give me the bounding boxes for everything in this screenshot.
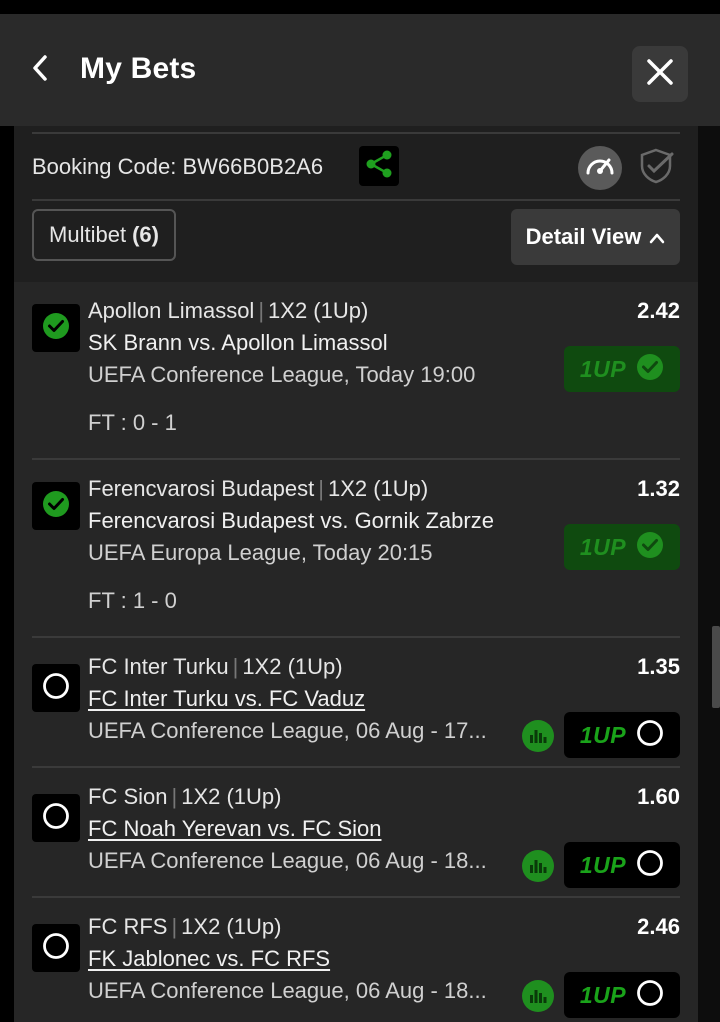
bet-status-checkbox[interactable] [32,304,80,352]
selection-name: FC Sion [88,784,168,809]
oneup-badge[interactable]: 1UP [564,524,680,570]
booking-code-value: BW66B0B2A6 [182,154,324,179]
oneup-label: 1UP [579,355,627,382]
oneup-badge[interactable]: 1UP [564,972,680,1018]
odds-value: 2.46 [637,914,680,939]
bet-selection: FC Inter Turku | 1X2 (1Up) [88,654,343,679]
bet-status-checkbox[interactable] [32,482,80,530]
check-circle-icon [42,312,70,345]
match-name: SK Brann vs. Apollon Limassol [88,330,388,355]
match-link[interactable]: FC Noah Yerevan vs. FC Sion [88,816,381,842]
shield-check-icon [636,146,676,191]
empty-circle-icon [42,672,70,705]
check-circle-icon [636,353,664,386]
shield-check-button[interactable] [634,146,678,190]
close-icon [645,57,675,92]
oneup-badge[interactable]: 1UP [564,712,680,758]
final-score: FT : 1 - 0 [88,588,177,613]
status-bar [0,0,720,14]
odds-value: 1.32 [637,476,680,501]
oneup-label: 1UP [579,533,627,560]
bet-item: Apollon Limassol | 1X2 (1Up) 2.42 SK Brann… [14,282,698,458]
oneup-badge[interactable]: 1UP [564,842,680,888]
stats-icon[interactable] [522,980,554,1012]
right-edge [698,126,720,1022]
chevron-up-icon [641,224,665,250]
oneup-label: 1UP [579,981,627,1008]
bet-selection: Apollon Limassol | 1X2 (1Up) [88,298,369,323]
bet-list: Apollon Limassol | 1X2 (1Up) 2.42 SK Brann… [14,282,698,1022]
bet-status-checkbox[interactable] [32,794,80,842]
bet-item: Ferencvarosi Budapest | 1X2 (1Up) 1.32 Fer… [14,460,698,636]
check-circle-icon [636,531,664,564]
selection-name: Ferencvarosi Budapest [88,476,315,501]
match-name: Ferencvarosi Budapest vs. Gornik Zabrze [88,508,494,533]
multibet-badge: Multibet (6) [32,209,176,261]
market-name: 1X2 (1Up) [242,654,343,679]
back-button[interactable] [22,50,58,90]
bet-selection: Ferencvarosi Budapest | 1X2 (1Up) [88,476,429,501]
stats-icon[interactable] [522,720,554,752]
empty-circle-icon [636,979,664,1012]
competition-time: UEFA Conference League, 06 Aug - 17... [88,718,487,743]
share-button[interactable] [359,146,399,186]
bet-item: FC Sion | 1X2 (1Up) 1.60 FC Noah Yerevan v… [14,768,698,896]
chevron-left-icon [30,53,50,88]
divider [32,132,680,134]
bet-item: FC Inter Turku | 1X2 (1Up) 1.35 FC Inter T… [14,638,698,766]
booking-code-label: Booking Code: [32,154,177,179]
multibet-label: Multibet [49,222,127,247]
multibet-count: (6) [132,222,159,247]
selection-name: FC Inter Turku [88,654,229,679]
bet-panel: Booking Code: BW66B0B2A6 Multibet (6) De… [14,126,698,1022]
odds-value: 1.60 [637,784,680,809]
check-circle-icon [42,490,70,523]
empty-circle-icon [42,802,70,835]
bet-selection: FC RFS | 1X2 (1Up) [88,914,282,939]
scrollbar[interactable] [712,626,720,708]
speedometer-button[interactable] [578,146,622,190]
bet-item: FC RFS | 1X2 (1Up) 2.46 FK Jablonec vs. FC… [14,898,698,1022]
page-title: My Bets [80,52,197,85]
oneup-label: 1UP [579,851,627,878]
selection-name: Apollon Limassol [88,298,255,323]
market-name: 1X2 (1Up) [181,784,282,809]
oneup-badge[interactable]: 1UP [564,346,680,392]
final-score: FT : 0 - 1 [88,410,177,435]
booking-code: Booking Code: BW66B0B2A6 [32,154,323,180]
competition-time: UEFA Conference League, 06 Aug - 18... [88,978,487,1003]
detail-view-button[interactable]: Detail View [511,209,680,265]
competition-time: UEFA Conference League, 06 Aug - 18... [88,848,487,873]
close-button[interactable] [632,46,688,102]
competition-time: UEFA Conference League, Today 19:00 [88,362,476,387]
empty-circle-icon [636,719,664,752]
market-name: 1X2 (1Up) [268,298,369,323]
market-name: 1X2 (1Up) [327,476,429,501]
divider [32,199,680,201]
bet-status-checkbox[interactable] [32,924,80,972]
match-link[interactable]: FC Inter Turku vs. FC Vaduz [88,686,365,712]
empty-circle-icon [42,932,70,965]
header: My Bets [0,14,720,126]
bet-selection: FC Sion | 1X2 (1Up) [88,784,282,809]
competition-time: UEFA Europa League, Today 20:15 [88,540,433,565]
speedometer-icon [583,149,617,188]
share-icon [363,148,395,185]
bet-status-checkbox[interactable] [32,664,80,712]
stats-icon[interactable] [522,850,554,882]
detail-view-label: Detail View [525,224,642,249]
selection-name: FC RFS [88,914,168,939]
odds-value: 1.35 [637,654,680,679]
empty-circle-icon [636,849,664,882]
oneup-label: 1UP [579,721,627,748]
market-name: 1X2 (1Up) [181,914,282,939]
match-link[interactable]: FK Jablonec vs. FC RFS [88,946,330,972]
odds-value: 2.42 [637,298,680,323]
